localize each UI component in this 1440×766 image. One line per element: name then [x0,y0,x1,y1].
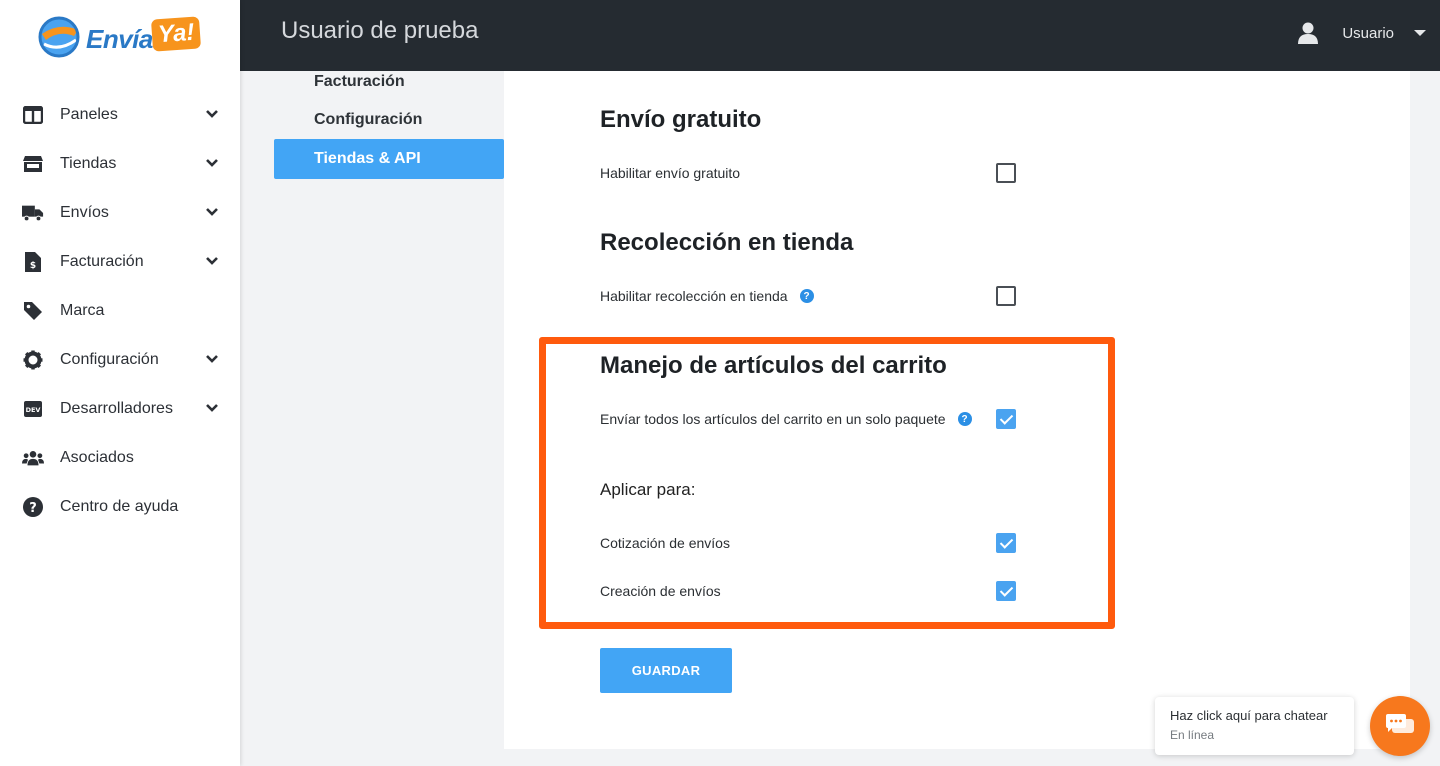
sidebar-item-paneles[interactable]: Paneles [0,90,240,139]
subnav-item-configuracion[interactable]: Configuración [274,100,504,140]
truck-icon [22,202,44,224]
tag-icon [22,300,44,322]
chevron-down-icon [206,110,218,118]
user-menu[interactable]: Usuario [1298,22,1426,44]
help-icon[interactable]: ? [957,412,972,426]
sidebar-item-label: Envíos [60,203,109,221]
user-icon [1298,22,1319,44]
sidebar-item-marca[interactable]: Marca [0,286,240,335]
sidebar-item-label: Marca [60,301,105,319]
sidebar-item-label: Asociados [60,448,134,466]
settings-card: Facturación Configuración Tiendas & API … [274,71,1410,749]
sidebar-item-asociados[interactable]: Asociados [0,433,240,482]
creation-checkbox[interactable] [996,581,1016,601]
page-title: Usuario de prueba [281,17,479,44]
store-pickup-title: Recolección en tienda [600,229,854,256]
invoice-icon: $ [22,251,44,273]
sidebar-item-label: Tiendas [60,154,117,172]
quote-checkbox[interactable] [996,533,1016,553]
user-name: Usuario [1342,24,1394,42]
cart-handling-title: Manejo de artículos del carrito [600,352,947,379]
chat-prompt[interactable]: Haz click aquí para chatear En línea [1155,697,1354,755]
top-header: Usuario de prueba Usuario [240,0,1440,71]
sidebar-item-label: Centro de ayuda [60,497,179,515]
settings-subnav: Facturación Configuración Tiendas & API [274,71,504,749]
store-pickup-label-text: Habilitar recolección en tienda [600,288,788,304]
quote-label-text: Cotización de envíos [600,535,730,551]
columns-icon [22,104,44,126]
apply-for-title: Aplicar para: [600,480,696,499]
sidebar: Envía Ya! Paneles Tiendas Envíos $ Factu… [0,0,240,766]
quote-label: Cotización de envíos [600,535,730,551]
question-icon: ? [22,496,44,518]
single-package-label: Envíar todos los artículos del carrito e… [600,411,972,427]
sidebar-item-label: Desarrolladores [60,399,173,417]
single-package-label-text: Envíar todos los artículos del carrito e… [600,411,946,427]
free-shipping-title: Envío gratuito [600,106,762,133]
chevron-down-icon [206,404,218,412]
chat-icon [1386,714,1414,733]
envia-ya-logo[interactable]: Envía Ya! [36,14,202,60]
sidebar-item-facturacion[interactable]: $ Facturación [0,237,240,286]
free-shipping-checkbox[interactable] [996,163,1016,183]
caret-down-icon [1414,30,1426,36]
chevron-down-icon [206,355,218,363]
svg-text:$: $ [30,261,36,271]
dev-icon: DEV [22,398,44,420]
chat-status: En línea [1170,728,1215,742]
store-icon [22,153,44,175]
chat-prompt-text: Haz click aquí para chatear [1170,708,1328,723]
logo-ya: Ya! [150,16,202,52]
save-button[interactable]: GUARDAR [600,648,732,693]
gear-icon [22,349,44,371]
sidebar-nav: Paneles Tiendas Envíos $ Facturación Mar… [0,90,240,531]
sidebar-item-label: Paneles [60,105,118,123]
sidebar-item-label: Facturación [60,252,144,270]
free-shipping-label: Habilitar envío gratuito [600,165,740,181]
chevron-down-icon [206,257,218,265]
sidebar-item-configuracion[interactable]: Configuración [0,335,240,384]
sidebar-item-centro-de-ayuda[interactable]: ? Centro de ayuda [0,482,240,531]
sidebar-item-label: Configuración [60,350,159,368]
subnav-item-facturacion[interactable]: Facturación [274,62,504,102]
help-icon[interactable]: ? [799,289,814,303]
svg-text:DEV: DEV [26,406,41,414]
sidebar-item-desarrolladores[interactable]: DEV Desarrolladores [0,384,240,433]
subnav-item-tiendas-api[interactable]: Tiendas & API [274,139,504,179]
users-icon [22,447,44,469]
globe-icon [38,16,80,58]
store-pickup-checkbox[interactable] [996,286,1016,306]
free-shipping-label-text: Habilitar envío gratuito [600,165,741,181]
sidebar-item-tiendas[interactable]: Tiendas [0,139,240,188]
store-pickup-label: Habilitar recolección en tienda ? [600,288,814,304]
chevron-down-icon [206,159,218,167]
chat-button[interactable] [1370,696,1430,756]
chevron-down-icon [206,208,218,216]
single-package-checkbox[interactable] [996,409,1016,429]
creation-label: Creación de envíos [600,583,721,599]
creation-label-text: Creación de envíos [600,583,721,599]
sidebar-item-envios[interactable]: Envíos [0,188,240,237]
logo-text: Envía [86,24,153,54]
svg-text:?: ? [29,501,37,516]
